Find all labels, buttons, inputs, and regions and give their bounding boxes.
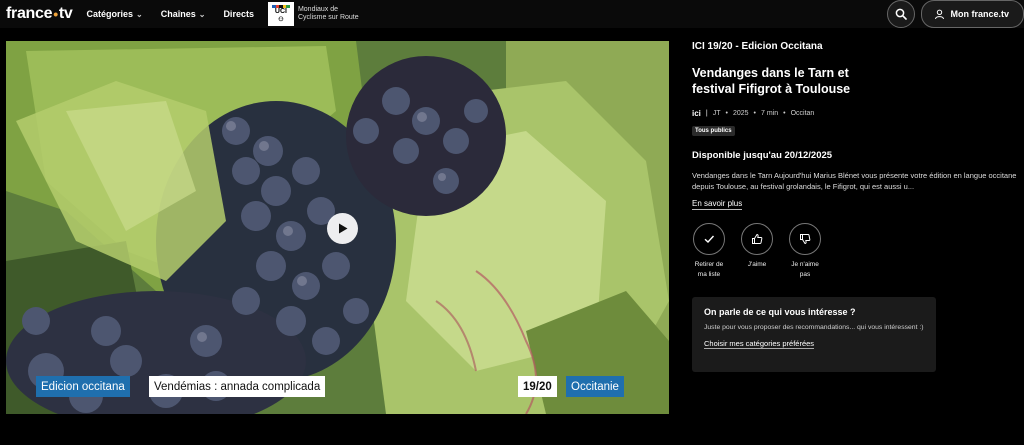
dislike-button[interactable]: Je n'aime pas (788, 223, 822, 280)
recommendation-card: On parle de ce qui vous intéresse ? Just… (692, 297, 936, 372)
ticker-headline: Vendémias : annada complicada (149, 376, 326, 397)
program-name[interactable]: ICI 19/20 - Edicion Occitana (692, 41, 1022, 52)
video-title: Vendanges dans le Tarn et festival Fifig… (692, 66, 851, 96)
logo-word-tv: tv (58, 5, 73, 22)
nav-directs[interactable]: Directs (223, 9, 254, 19)
meta-dot: • (753, 110, 756, 117)
dislike-label: Je n'aime pas (791, 261, 819, 278)
thumbs-up-icon (752, 233, 763, 244)
ticker-edicion: Edicion occitana (36, 376, 130, 397)
header-controls: Mon france.tv (887, 0, 1024, 28)
nav-chaines[interactable]: Chaînes ⌄ (161, 9, 206, 19)
like-button[interactable]: J'aime (740, 223, 774, 280)
meta-dot: • (783, 110, 786, 117)
meta-separator: | (705, 110, 708, 117)
france-tv-logo[interactable]: france • tv (6, 5, 73, 23)
video-player[interactable]: Edicion occitana Vendémias : annada comp… (6, 41, 669, 414)
remove-from-list-button[interactable]: Retirer de ma liste (692, 223, 726, 280)
meta-language: Occitan (790, 110, 815, 117)
card-title: On parle de ce qui vous intéresse ? (704, 307, 856, 317)
meta-dot: • (725, 110, 728, 117)
program-info-panel: ICI 19/20 - Edicion Occitana Vendanges d… (692, 41, 1022, 372)
play-button[interactable] (327, 213, 358, 244)
check-icon (704, 235, 715, 243)
meta-genre: JT (712, 110, 721, 117)
logo-word-france: france (6, 5, 53, 22)
ticker-occitanie: Occitanie (566, 376, 624, 397)
remove-from-list-label: Retirer de ma liste (694, 261, 724, 278)
card-text: Juste pour vous proposer des recommandat… (704, 324, 924, 331)
account-button[interactable]: Mon france.tv (921, 0, 1024, 28)
account-label: Mon france.tv (950, 9, 1009, 19)
uci-text: Mondiaux de Cyclisme sur Route (298, 6, 359, 22)
nav-directs-label: Directs (223, 9, 254, 19)
uci-line-2: Cyclisme sur Route (297, 14, 359, 21)
video-description: Vendanges dans le Tarn Aujourd'hui Mariu… (692, 171, 1017, 191)
nav-categories[interactable]: Catégories ⌄ (86, 9, 142, 19)
remove-from-list-circle (693, 223, 725, 255)
more-info-link[interactable]: En savoir plus (692, 199, 743, 210)
ici-channel-logo: ici (692, 109, 701, 118)
user-icon (935, 9, 945, 19)
uci-line-1: Mondiaux de (297, 6, 339, 13)
uci-logo: UCI ⚇ (267, 2, 294, 26)
meta-duration: 7 min (761, 110, 779, 117)
availability-date: Disponible jusqu'au 20/12/2025 (692, 150, 833, 161)
chevron-down-icon: ⌄ (136, 9, 143, 19)
uci-promo[interactable]: UCI ⚇ Mondiaux de Cyclisme sur Route (267, 2, 359, 26)
logo-dot: • (53, 6, 58, 22)
search-icon (896, 8, 908, 20)
nav-chaines-label: Chaînes (160, 9, 196, 19)
like-label: J'aime (747, 261, 767, 268)
meta-year: 2025 (732, 110, 749, 117)
ticker-1920: 19/20 (518, 376, 557, 397)
cycling-icon: ⚇ (278, 16, 284, 23)
action-buttons: Retirer de ma liste J'aime Je n'aime pas (692, 223, 1022, 280)
dislike-circle (789, 223, 821, 255)
choose-categories-link[interactable]: Choisir mes catégories préférées (704, 339, 815, 349)
play-icon (339, 223, 348, 234)
top-bar: france • tv Catégories ⌄ Chaînes ⌄ Directs U… (0, 0, 1024, 28)
nav-categories-label: Catégories (86, 9, 134, 19)
like-circle (741, 223, 773, 255)
chevron-down-icon: ⌄ (198, 9, 206, 19)
video-meta: ici | JT • 2025 • 7 min • Occitan (692, 109, 1022, 118)
audience-badge: Tous publics (692, 126, 735, 136)
uci-badge-text: UCI (274, 7, 287, 15)
thumbs-down-icon (800, 234, 811, 245)
main-nav: Catégories ⌄ Chaînes ⌄ Directs UCI ⚇ Mondi… (86, 2, 359, 26)
search-button[interactable] (887, 0, 916, 28)
